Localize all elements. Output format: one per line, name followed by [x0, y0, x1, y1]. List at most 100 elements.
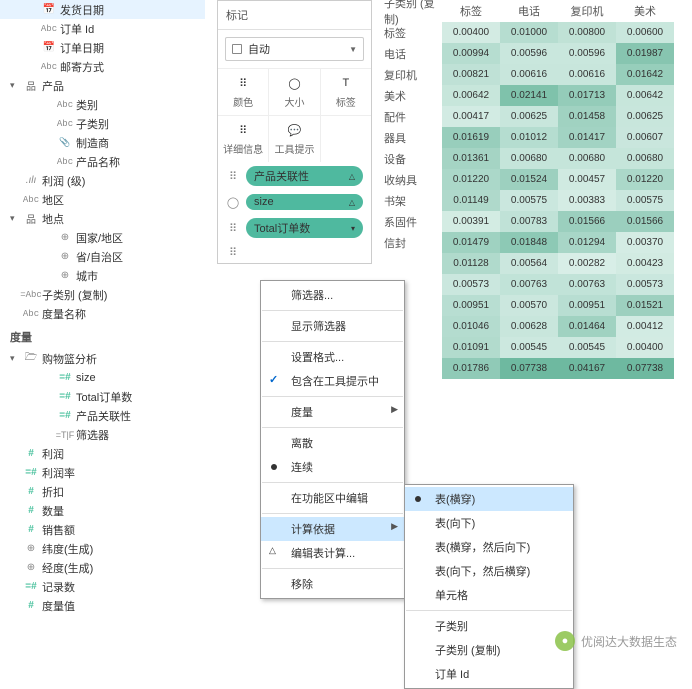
pill-Total订单数[interactable]: Total订单数▾ [246, 218, 363, 238]
row-header[interactable]: 书架 [382, 190, 442, 211]
field-子类别 (复制)[interactable]: =Abc子类别 (复制) [0, 285, 205, 304]
field-子类别[interactable]: Abc子类别 [0, 114, 205, 133]
heat-cell[interactable]: 0.00545 [558, 337, 616, 358]
heat-cell[interactable]: 0.00763 [500, 274, 558, 295]
field-产品关联性[interactable]: =#产品关联性 [0, 406, 205, 425]
field-省/自治区[interactable]: ⊕省/自治区 [0, 247, 205, 266]
heat-cell[interactable]: 0.01524 [500, 169, 558, 190]
heat-cell[interactable]: 0.00545 [500, 337, 558, 358]
field-经度(生成)[interactable]: ⊕经度(生成) [0, 558, 205, 577]
menu-表(向下)[interactable]: 表(向下) [405, 511, 573, 535]
menu-单元格[interactable]: 单元格 [405, 583, 573, 607]
row-header[interactable]: 复印机 [382, 64, 442, 85]
heat-cell[interactable]: 0.00596 [500, 43, 558, 64]
pill-产品关联性[interactable]: 产品关联性△ [246, 166, 363, 186]
heat-cell[interactable]: 0.00994 [442, 43, 500, 64]
row-header[interactable]: 器具 [382, 127, 442, 148]
menu-连续[interactable]: 连续 [261, 455, 404, 479]
heat-cell[interactable]: 0.00600 [616, 22, 674, 43]
heat-cell[interactable]: 0.00821 [442, 64, 500, 85]
heat-cell[interactable]: 0.00625 [616, 106, 674, 127]
heat-cell[interactable]: 0.00680 [616, 148, 674, 169]
heat-cell[interactable]: 0.00400 [616, 337, 674, 358]
field-订单 Id[interactable]: Abc订单 Id [0, 19, 205, 38]
heat-cell[interactable]: 0.00680 [558, 148, 616, 169]
mark-大小[interactable]: ◯大小 [269, 69, 320, 115]
heat-cell[interactable]: 0.01566 [616, 211, 674, 232]
menu-计算依据[interactable]: 计算依据▶ [261, 517, 404, 541]
menu-表(横穿)[interactable]: 表(横穿) [405, 487, 573, 511]
heat-cell[interactable]: 0.00625 [500, 106, 558, 127]
row-header[interactable]: 美术 [382, 85, 442, 106]
heat-cell[interactable]: 0.02141 [500, 85, 558, 106]
group-product[interactable]: ▾品产品 [0, 76, 205, 95]
field-制造商[interactable]: 📎制造商 [0, 133, 205, 152]
heat-cell[interactable]: 0.01000 [500, 22, 558, 43]
heat-cell[interactable]: 0.01220 [442, 169, 500, 190]
heat-cell[interactable]: 0.00400 [442, 22, 500, 43]
heat-cell[interactable]: 0.01046 [442, 316, 500, 337]
mark-type-selector[interactable]: 自动 ▼ [225, 37, 364, 61]
field-size[interactable]: =#size [0, 368, 205, 387]
field-数量[interactable]: #数量 [0, 501, 205, 520]
heat-cell[interactable]: 0.01713 [558, 85, 616, 106]
heat-cell[interactable]: 0.01149 [442, 190, 500, 211]
row-header[interactable]: 信封 [382, 232, 442, 253]
row-header[interactable]: 系固件 [382, 211, 442, 232]
field-产品名称[interactable]: Abc产品名称 [0, 152, 205, 171]
heat-cell[interactable]: 0.01361 [442, 148, 500, 169]
pill-size[interactable]: size△ [246, 194, 363, 210]
heat-cell[interactable]: 0.00573 [616, 274, 674, 295]
col-header[interactable]: 美术 [616, 3, 674, 19]
heat-cell[interactable]: 0.00391 [442, 211, 500, 232]
heat-cell[interactable]: 0.00800 [558, 22, 616, 43]
heat-cell[interactable]: 0.00564 [500, 253, 558, 274]
heat-cell[interactable]: 0.00607 [616, 127, 674, 148]
heat-cell[interactable]: 0.00680 [500, 148, 558, 169]
mark-详细信息[interactable]: ⠿详细信息 [218, 116, 269, 162]
field-发货日期[interactable]: 📅发货日期 [0, 0, 205, 19]
heat-cell[interactable]: 0.00616 [500, 64, 558, 85]
heat-cell[interactable]: 0.01012 [500, 127, 558, 148]
field-销售额[interactable]: #销售额 [0, 520, 205, 539]
row-header[interactable]: 电话 [382, 43, 442, 64]
heat-cell[interactable]: 0.00575 [616, 190, 674, 211]
heat-cell[interactable]: 0.01458 [558, 106, 616, 127]
mark-颜色[interactable]: ⠿颜色 [218, 69, 269, 115]
heat-cell[interactable]: 0.00370 [616, 232, 674, 253]
heat-cell[interactable]: 0.01642 [616, 64, 674, 85]
field-城市[interactable]: ⊕城市 [0, 266, 205, 285]
menu-子类别 (复制)[interactable]: 子类别 (复制) [405, 638, 573, 662]
field-利润[interactable]: #利润 [0, 444, 205, 463]
heat-cell[interactable]: 0.01786 [442, 358, 500, 379]
heat-cell[interactable]: 0.00282 [558, 253, 616, 274]
row-header[interactable]: 标签 [382, 22, 442, 43]
heat-cell[interactable]: 0.00951 [558, 295, 616, 316]
menu-包含在工具提示中[interactable]: ✓包含在工具提示中 [261, 369, 404, 393]
menu-筛选器...[interactable]: 筛选器... [261, 283, 404, 307]
menu-在功能区中编辑[interactable]: 在功能区中编辑 [261, 486, 404, 510]
field-筛选器[interactable]: =T|F筛选器 [0, 425, 205, 444]
group-location[interactable]: ▾品地点 [0, 209, 205, 228]
heat-cell[interactable]: 0.00423 [616, 253, 674, 274]
heat-cell[interactable]: 0.01987 [616, 43, 674, 64]
heat-cell[interactable]: 0.01091 [442, 337, 500, 358]
heat-cell[interactable]: 0.00628 [500, 316, 558, 337]
heat-cell[interactable]: 0.00570 [500, 295, 558, 316]
heat-cell[interactable]: 0.00763 [558, 274, 616, 295]
menu-子类别[interactable]: 子类别 [405, 614, 573, 638]
menu-离散[interactable]: 离散 [261, 431, 404, 455]
heat-cell[interactable]: 0.00596 [558, 43, 616, 64]
row-header[interactable] [382, 253, 442, 274]
heat-cell[interactable]: 0.01521 [616, 295, 674, 316]
heat-cell[interactable]: 0.00575 [500, 190, 558, 211]
menu-订单 Id[interactable]: 订单 Id [405, 662, 573, 686]
field-类别[interactable]: Abc类别 [0, 95, 205, 114]
heat-cell[interactable]: 0.00412 [616, 316, 674, 337]
menu-表(横穿，然后向下)[interactable]: 表(横穿，然后向下) [405, 535, 573, 559]
mark-标签[interactable]: T标签 [321, 69, 371, 115]
row-header[interactable]: 配件 [382, 106, 442, 127]
heat-cell[interactable]: 0.07738 [616, 358, 674, 379]
field-Total订单数[interactable]: =#Total订单数 [0, 387, 205, 406]
heat-cell[interactable]: 0.00457 [558, 169, 616, 190]
